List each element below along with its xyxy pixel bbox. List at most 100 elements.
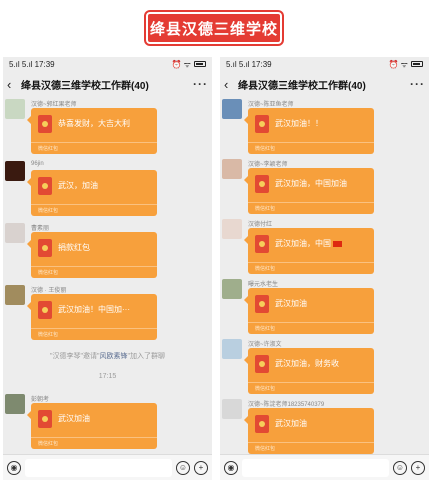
china-flag-icon (333, 240, 342, 247)
packet-wish: 武汉加油！！ (275, 119, 323, 128)
list-item: 汉德~许淑文 武汉加油，财务收 微信红包 (222, 339, 422, 395)
packet-footer: 微信红包 (31, 204, 157, 216)
red-envelope-icon (38, 301, 52, 319)
voice-icon[interactable]: ◉ (224, 460, 238, 475)
alarm-wifi-icon: ⏰ ᯤ (388, 59, 409, 69)
packet-wish: 武汉加油！中国加··· (58, 305, 130, 314)
message-input[interactable] (242, 458, 389, 477)
red-envelope-icon (255, 295, 269, 313)
school-banner: 绛县汉德三维学校 (146, 12, 282, 44)
packet-footer: 微信红包 (248, 202, 374, 214)
avatar[interactable] (222, 279, 242, 299)
red-packet[interactable]: 武汉加油 微信红包 (244, 288, 374, 334)
list-item: 汉德付红 武汉加油，中国 微信红包 (222, 219, 422, 275)
list-item: 曹素丽 捐款红包 微信红包 (5, 223, 205, 279)
chat-title: 绛县汉德三维学校工作群(40) (21, 80, 149, 92)
join-note-part3: "加入了群聊 (127, 353, 165, 360)
red-envelope-icon (255, 175, 269, 193)
red-envelope-icon (255, 355, 269, 373)
avatar[interactable] (5, 223, 25, 243)
more-icon[interactable]: ··· (410, 77, 425, 91)
chat-area[interactable]: 汉德~陈亚鱼老师 武汉加油！！ 微信红包 汉德~李颖老师 武汉加油，中国加油 微… (220, 97, 429, 454)
sender-name: 汉德 · 王俊丽 (31, 288, 67, 294)
red-envelope-icon (255, 415, 269, 433)
packet-footer: 微信红包 (31, 437, 157, 449)
packet-wish: 武汉加油，中国 (275, 239, 331, 248)
red-packet[interactable]: 捐款红包 微信红包 (27, 232, 157, 278)
red-packet[interactable]: 武汉加油 微信红包 (244, 408, 374, 454)
list-item: 彭朝考 武汉加油 微信红包 (5, 394, 205, 450)
red-envelope-icon (255, 235, 269, 253)
packet-footer: 微信红包 (31, 328, 157, 340)
red-envelope-icon (38, 410, 52, 428)
packet-wish: 武汉加油，中国加油 (275, 179, 347, 188)
avatar[interactable] (5, 99, 25, 119)
red-packet[interactable]: 武汉加油，中国加油 微信红包 (244, 168, 374, 214)
red-packet[interactable]: 武汉加油 微信红包 (27, 403, 157, 449)
back-arrow-icon[interactable]: ‹ (7, 77, 21, 92)
red-packet[interactable]: 武汉加油！！ 微信红包 (244, 108, 374, 154)
sender-name: 曝元水老生 (248, 282, 279, 288)
signal-icon: 5.ıl 5.ıl (9, 59, 33, 69)
alarm-wifi-icon: ⏰ ᯤ (171, 59, 192, 69)
red-packet[interactable]: 武汉加油，财务收 微信红包 (244, 348, 374, 394)
voice-icon[interactable]: ◉ (7, 460, 21, 475)
input-bar: ◉ ☺ + (3, 454, 212, 480)
packet-wish: 武汉加油，财务收 (275, 359, 339, 368)
list-item: 96jin 武汉，加油 微信红包 (5, 161, 205, 217)
list-item: 汉德~陈淀老师18235740379 武汉加油 微信红包 (222, 399, 422, 455)
avatar[interactable] (5, 394, 25, 414)
sender-name: 曹素丽 (31, 226, 50, 232)
plus-icon[interactable]: + (194, 460, 208, 475)
packet-footer: 微信红包 (248, 382, 374, 394)
message-input[interactable] (25, 458, 172, 477)
avatar[interactable] (222, 219, 242, 239)
packet-wish: 恭喜发财，大吉大利 (58, 119, 130, 128)
chat-area[interactable]: 汉德~郭红果老师 恭喜发财，大吉大利 微信红包 96jin 武汉，加油 微信红包… (3, 97, 212, 449)
avatar[interactable] (222, 159, 242, 179)
packet-footer: 微信红包 (248, 142, 374, 154)
packet-footer: 微信红包 (31, 266, 157, 278)
list-item: 汉德~郭红果老师 恭喜发财，大吉大利 微信红包 (5, 99, 205, 155)
emoji-icon[interactable]: ☺ (176, 460, 190, 475)
red-packet[interactable]: 武汉加油！中国加··· 微信红包 (27, 294, 157, 340)
red-packet[interactable]: 武汉，加油 微信红包 (27, 170, 157, 216)
red-packet[interactable]: 恭喜发财，大吉大利 微信红包 (27, 108, 157, 154)
avatar[interactable] (222, 399, 242, 419)
list-item: 汉德~陈亚鱼老师 武汉加油！！ 微信红包 (222, 99, 422, 155)
join-note-name: 风欧素锋 (99, 353, 128, 360)
list-item: 汉德 · 王俊丽 武汉加油！中国加··· 微信红包 (5, 285, 205, 341)
avatar[interactable] (5, 161, 25, 181)
red-envelope-icon (255, 115, 269, 133)
status-bar: 5.ıl 5.ıl 17:39 ⏰ ᯤ (3, 57, 212, 71)
red-packet[interactable]: 武汉加油，中国 微信红包 (244, 228, 374, 274)
signal-icon: 5.ıl 5.ıl (226, 59, 250, 69)
packet-wish: 武汉加油 (275, 419, 307, 428)
avatar[interactable] (222, 99, 242, 119)
sender-name: 汉德~李颖老师 (248, 162, 288, 168)
more-icon[interactable]: ··· (193, 77, 208, 91)
chat-header: ‹ 绛县汉德三维学校工作群(40) ··· (3, 71, 212, 97)
sender-name: 汉德~郭红果老师 (31, 102, 77, 108)
status-time: 17:39 (34, 59, 55, 69)
packet-wish: 武汉，加油 (58, 181, 98, 190)
sender-name: 彭朝考 (31, 397, 50, 403)
phone-screenshot-right: 5.ıl 5.ıl 17:39 ⏰ ᯤ ‹ 绛县汉德三维学校工作群(40) ··… (220, 57, 429, 480)
packet-footer: 微信红包 (31, 142, 157, 154)
chat-title: 绛县汉德三维学校工作群(40) (238, 80, 366, 92)
sender-name: 汉德~许淑文 (248, 342, 282, 348)
battery-icon (411, 61, 423, 67)
plus-icon[interactable]: + (411, 460, 425, 475)
avatar[interactable] (222, 339, 242, 359)
battery-icon (194, 61, 206, 67)
sender-name: 96jin (31, 161, 44, 167)
system-join-note: "汉德李琴"邀请"风欧素锋"加入了群聊 (3, 351, 212, 361)
sender-name: 汉德~陈淀老师18235740379 (248, 402, 325, 408)
sender-name: 汉德付红 (248, 222, 273, 228)
emoji-icon[interactable]: ☺ (393, 460, 407, 475)
timestamp: 17:15 (98, 373, 117, 380)
avatar[interactable] (5, 285, 25, 305)
banner-text: 绛县汉德三维学校 (149, 20, 278, 38)
back-arrow-icon[interactable]: ‹ (224, 77, 238, 92)
red-envelope-icon (38, 177, 52, 195)
